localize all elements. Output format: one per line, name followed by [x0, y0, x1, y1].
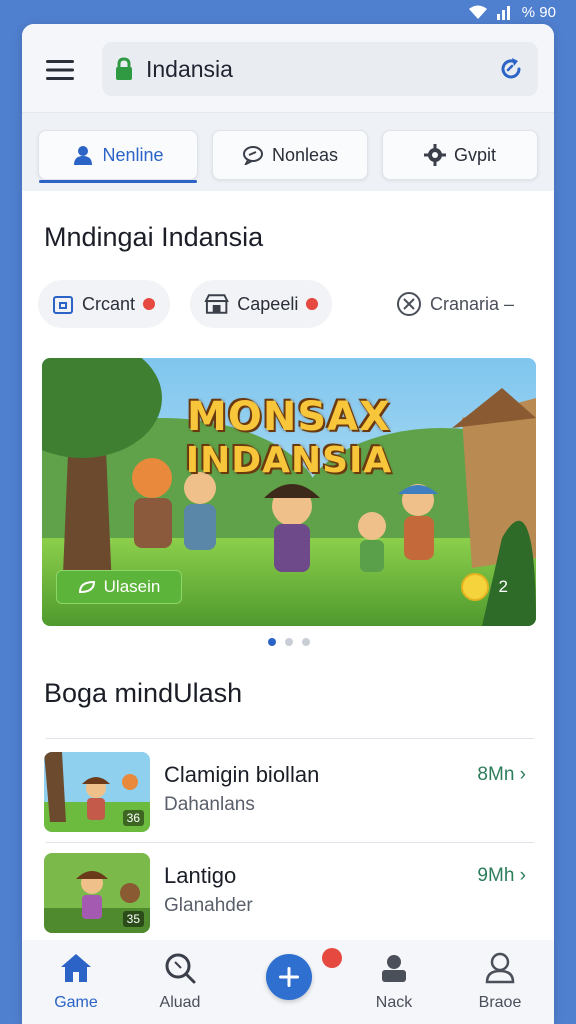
- tab-gvpit[interactable]: Gvpit: [382, 130, 538, 180]
- carousel-dot-active[interactable]: [268, 638, 276, 646]
- nav-braoe[interactable]: Braoe: [452, 952, 548, 1012]
- item-title: Clamigin biollan: [164, 762, 320, 787]
- chat-icon: [242, 146, 263, 165]
- carousel-dot[interactable]: [302, 638, 310, 646]
- box-icon: [53, 296, 73, 314]
- add-button[interactable]: [266, 954, 312, 1000]
- banner-title-line1: MONSAX: [187, 394, 391, 440]
- banner-title: MONSAX INDANSIA: [42, 394, 536, 481]
- nav-nack[interactable]: Nack: [346, 952, 442, 1012]
- nav-game[interactable]: Game: [28, 952, 124, 1012]
- featured-banner[interactable]: MONSAX INDANSIA Ulasein 2: [42, 358, 536, 626]
- notification-dot: [306, 298, 318, 310]
- chip-label: Capeeli: [237, 293, 299, 314]
- reload-icon[interactable]: [496, 55, 526, 83]
- nav-label: Nack: [375, 994, 413, 1011]
- list-item[interactable]: 36 Clamigin biollan Dahanlans 8Mn ›: [44, 752, 534, 832]
- section-title: Mndingai Indansia: [44, 222, 264, 252]
- leaf-icon: [78, 580, 95, 594]
- clock-icon: [397, 292, 421, 316]
- item-title: Lantigo: [164, 863, 237, 888]
- banner-button-label: Ulasein: [103, 577, 161, 596]
- section-title: Boga mindUlash: [44, 678, 243, 708]
- filter-chip-capeeli[interactable]: Capeeli: [190, 280, 332, 328]
- banner-action-button[interactable]: Ulasein: [56, 570, 182, 604]
- smiley-icon: [460, 573, 489, 601]
- chip-label: Crcant: [82, 293, 136, 314]
- plus-icon: [279, 967, 299, 987]
- active-tab-indicator: [39, 180, 197, 183]
- top-bar: Indansia: [22, 24, 554, 113]
- tab-label: Gvpit: [453, 144, 496, 165]
- divider: [46, 738, 534, 739]
- nav-aluad[interactable]: Aluad: [132, 952, 228, 1012]
- store-icon: [204, 294, 229, 314]
- tab-nenline[interactable]: Nenline: [38, 130, 198, 183]
- carousel-dot[interactable]: [285, 638, 293, 646]
- nav-label: Game: [54, 994, 98, 1011]
- address-bar[interactable]: Indansia: [102, 42, 538, 96]
- banner-counter: 2: [460, 572, 508, 602]
- game-thumbnail: 35: [44, 853, 150, 933]
- menu-button[interactable]: [42, 52, 78, 88]
- home-icon: [61, 954, 91, 982]
- tab-label: Nenline: [102, 144, 164, 165]
- list-item[interactable]: 35 Lantigo Glanahder 9Mh ›: [44, 853, 534, 933]
- thumbnail-badge: 35: [122, 911, 144, 927]
- nav-label: Braoe: [478, 994, 522, 1011]
- wifi-icon: [468, 4, 488, 20]
- signal-icon: [496, 4, 514, 20]
- search-icon: [165, 953, 196, 984]
- notification-dot: [143, 298, 156, 310]
- person-icon: [74, 146, 93, 165]
- app-window: Indansia Nenline Nonleas Gvpit Mndingai …: [22, 24, 554, 1024]
- bottom-navigation: Game Aluad Nack Braoe: [22, 940, 554, 1024]
- filter-chip-cranaria[interactable]: Cranaria –: [382, 280, 538, 328]
- filter-chip-crcant[interactable]: Crcant: [38, 280, 170, 328]
- user-card-icon: [382, 955, 406, 982]
- thumbnail-badge: 36: [122, 810, 144, 826]
- profile-icon: [485, 952, 515, 984]
- nav-label: Aluad: [159, 994, 201, 1011]
- tab-label: Nonleas: [271, 144, 339, 165]
- chip-label: Cranaria –: [430, 293, 515, 314]
- item-subtitle: Dahanlans: [164, 794, 255, 815]
- tab-nonleas[interactable]: Nonleas: [212, 130, 368, 180]
- status-text: % 90: [521, 3, 556, 21]
- lock-icon: [114, 57, 136, 81]
- banner-title-line2: INDANSIA: [185, 440, 393, 481]
- notification-badge: [322, 948, 342, 968]
- game-thumbnail: 36: [44, 752, 150, 832]
- divider: [46, 842, 534, 843]
- tab-bar: Nenline Nonleas Gvpit: [22, 113, 554, 191]
- banner-count: 2: [498, 577, 508, 596]
- carousel-indicator[interactable]: [268, 638, 310, 646]
- status-bar: % 90: [0, 0, 576, 24]
- item-size[interactable]: 8Mn ›: [477, 764, 526, 786]
- item-size[interactable]: 9Mh ›: [477, 865, 526, 887]
- item-subtitle: Glanahder: [164, 895, 253, 916]
- address-text: Indansia: [146, 55, 233, 82]
- hamburger-icon: [46, 60, 74, 80]
- gear-icon: [423, 144, 446, 166]
